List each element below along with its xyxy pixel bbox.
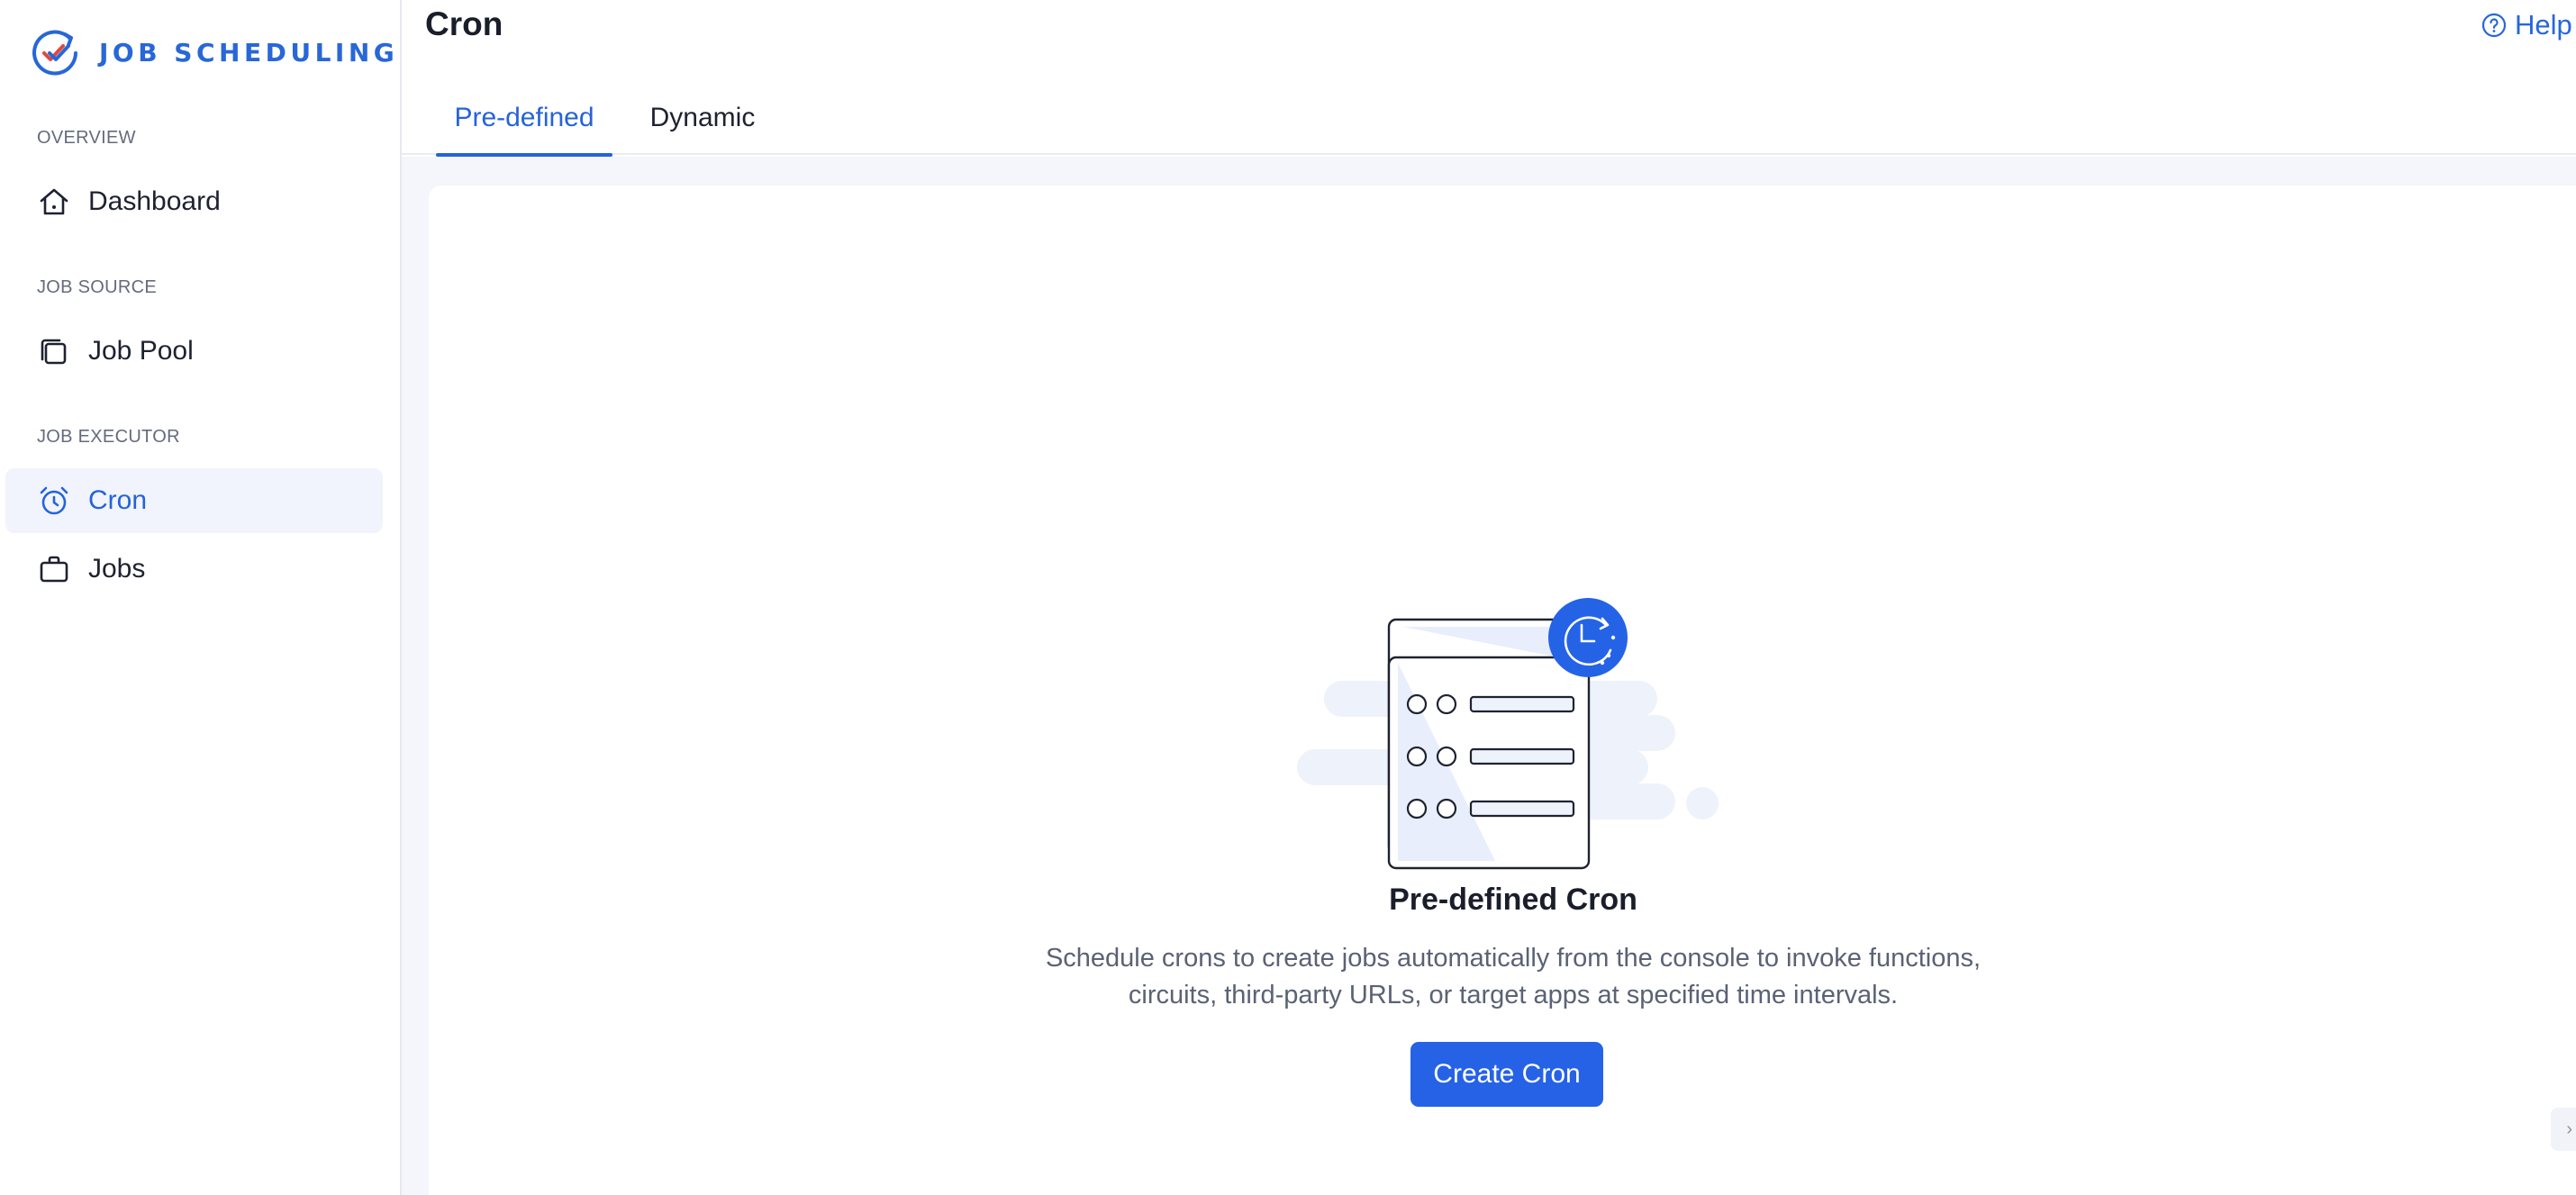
briefcase-icon <box>40 556 68 583</box>
tab-dynamic[interactable]: Dynamic <box>630 81 775 155</box>
section-label-job-executor: JOB EXECUTOR <box>37 427 180 447</box>
collapse-handle[interactable]: › <box>2551 1108 2576 1151</box>
cron-list-illustration <box>1297 598 1719 870</box>
empty-state-description-line: Schedule crons to create jobs automatica… <box>1045 944 1982 973</box>
tab-pre-defined[interactable]: Pre-defined <box>436 81 612 157</box>
empty-state-description: Schedule crons to create jobs automatica… <box>973 940 2054 1014</box>
section-label-job-source: JOB SOURCE <box>37 277 158 297</box>
sidebar-item-jobs[interactable]: Jobs <box>5 537 383 602</box>
alarm-clock-icon <box>40 486 68 515</box>
sidebar-item-label: Dashboard <box>88 186 221 216</box>
create-cron-button[interactable]: Create Cron <box>1410 1042 1603 1107</box>
stack-icon <box>41 339 67 365</box>
sidebar-item-job-pool[interactable]: Job Pool <box>5 319 383 384</box>
tab-bar: Pre-defined Dynamic <box>402 81 2576 157</box>
empty-state-title: Pre-defined Cron <box>1389 883 1637 917</box>
help-label: Help <box>2515 9 2572 41</box>
section-label-overview: OVERVIEW <box>37 128 136 148</box>
help-link[interactable]: Help <box>2481 9 2572 41</box>
sidebar-item-label: Jobs <box>88 554 146 584</box>
sidebar: JOB SCHEDULING OVERVIEW Dashboard JOB SO… <box>0 0 402 1195</box>
home-icon <box>40 188 68 215</box>
brand-logo-icon <box>32 30 77 76</box>
page-title: Cron <box>425 5 503 42</box>
sidebar-item-cron[interactable]: Cron <box>5 468 383 533</box>
help-icon <box>2481 13 2507 38</box>
brand[interactable]: JOB SCHEDULING <box>29 23 398 81</box>
sidebar-item-label: Cron <box>88 485 148 515</box>
sidebar-item-label: Job Pool <box>88 336 194 366</box>
chevron-right-icon: › <box>2566 1118 2572 1139</box>
empty-state-description-line: circuits, third-party URLs, or target ap… <box>1128 981 1899 1009</box>
brand-name: JOB SCHEDULING <box>99 37 399 68</box>
sidebar-item-dashboard[interactable]: Dashboard <box>5 169 383 234</box>
